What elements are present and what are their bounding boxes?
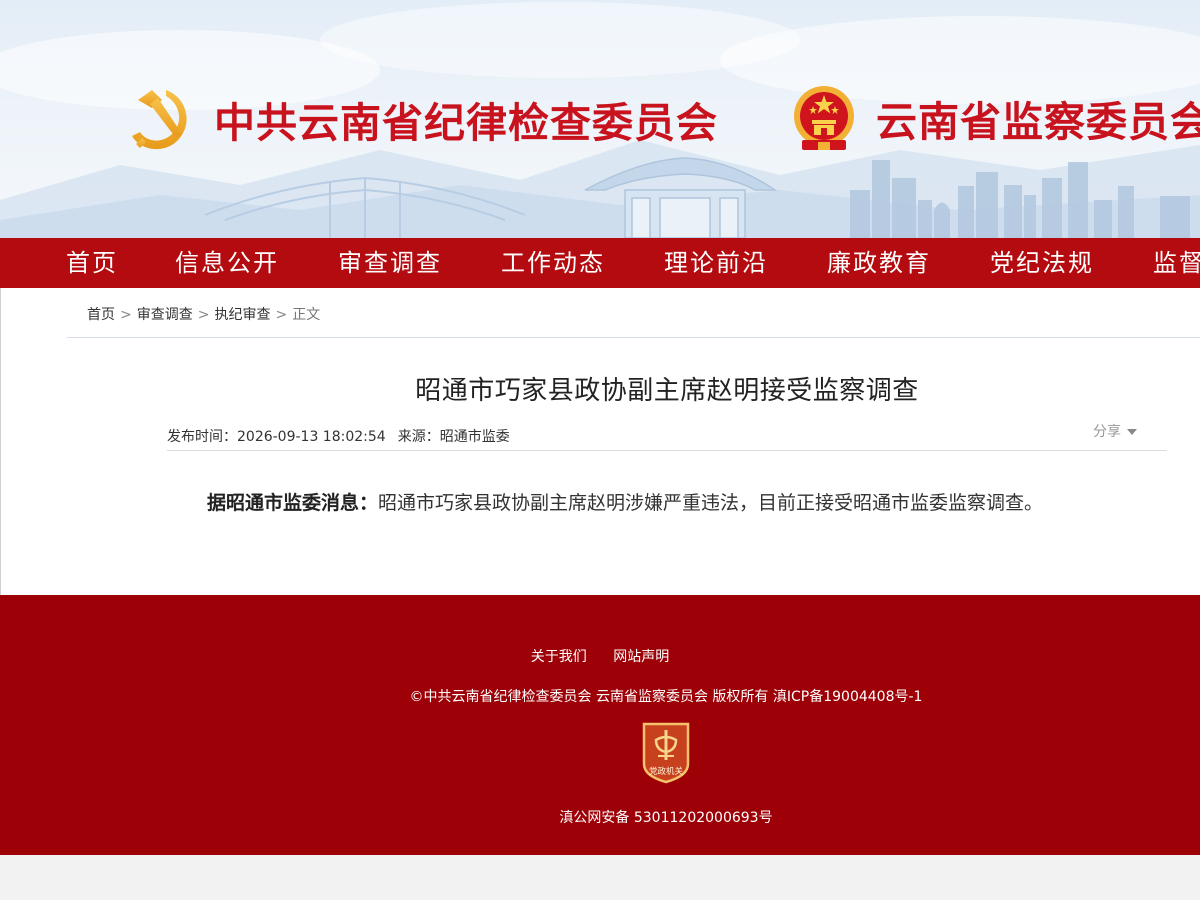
breadcrumb-discipline-review[interactable]: 执纪审查 [214,307,270,323]
source-label: 来源： [397,429,440,445]
nav-item-investigation[interactable]: 审查调查 [338,238,442,288]
nav-item-supervision[interactable]: 监督 [1153,238,1200,288]
footer-link-statement[interactable]: 网站声明 [613,649,669,665]
breadcrumb: 首页 > 审查调查 > 执纪审查 > 正文 [87,304,320,324]
site-banner: 中共云南省纪律检查委员会 云南省监察委员会 [0,0,1200,238]
nav-item-home[interactable]: 首页 [66,238,118,288]
publish-time: 2026-09-13 18:02:54 [237,429,386,445]
article-paragraph: 昭通市巧家县政协副主席赵明涉嫌严重违法，目前正接受昭通市监委监察调查。 [378,492,1044,514]
article-meta: 发布时间：2026-09-13 18:02:54 来源：昭通市监委 [167,426,510,446]
meta-divider [167,450,1167,451]
site-footer: 关于我们 网站声明 ©中共云南省纪律检查委员会 云南省监察委员会 版权所有 滇I… [0,595,1200,855]
badge-text: 党政机关 [649,766,684,777]
footer-links: 关于我们 网站声明 [0,646,1200,666]
hammer-sickle-icon [132,90,187,150]
nav-item-info-disclosure[interactable]: 信息公开 [175,238,279,288]
supervision-commission-brand[interactable]: 云南省监察委员会 [792,84,1200,152]
footer-copyright: ©中共云南省纪律检查委员会 云南省监察委员会 版权所有 滇ICP备1900440… [409,689,923,705]
cpc-discipline-brand[interactable]: 中共云南省纪律检查委员会 [128,86,718,152]
org2-name: 云南省监察委员会 [876,98,1200,146]
breadcrumb-separator: > [197,307,210,323]
breadcrumb-divider [67,337,1200,338]
main-nav: 首页 信息公开 审查调查 工作动态 理论前沿 廉政教育 党纪法规 监督 [0,238,1200,288]
footer-link-about[interactable]: 关于我们 [531,649,587,665]
breadcrumb-separator: > [120,307,132,323]
national-emblem-icon [794,86,854,150]
police-record[interactable]: 滇公网安备 53011202000693号 [0,807,1200,827]
article-panel: 首页 > 审查调查 > 执纪审查 > 正文 昭通市巧家县政协副主席赵明接受监察调查 发布时间… [0,288,1200,595]
source-value: 昭通市监委 [439,429,510,445]
chevron-down-icon [1127,429,1137,435]
breadcrumb-separator: > [275,307,288,323]
breadcrumb-current: 正文 [292,307,321,323]
nav-item-integrity-education[interactable]: 廉政教育 [827,238,931,288]
page-bottom [0,855,1200,900]
article-body: 据昭通市监委消息：昭通市巧家县政协副主席赵明涉嫌严重违法，目前正接受昭通市监委监… [207,488,1043,515]
share-label: 分享 [1093,424,1121,440]
breadcrumb-home[interactable]: 首页 [87,307,115,323]
party-government-badge-icon[interactable]: 党政机关 [640,722,692,784]
org1-name: 中共云南省纪律检查委员会 [214,99,718,147]
nav-item-work-news[interactable]: 工作动态 [501,238,605,288]
nav-item-party-regulations[interactable]: 党纪法规 [990,238,1094,288]
breadcrumb-investigation[interactable]: 审查调查 [137,307,193,323]
publish-label: 发布时间： [167,429,237,445]
article-lead: 据昭通市监委消息： [207,492,379,514]
share-button[interactable]: 分享 [1093,421,1137,441]
nav-item-theory[interactable]: 理论前沿 [664,238,768,288]
article-title: 昭通市巧家县政协副主席赵明接受监察调查 [415,376,919,406]
